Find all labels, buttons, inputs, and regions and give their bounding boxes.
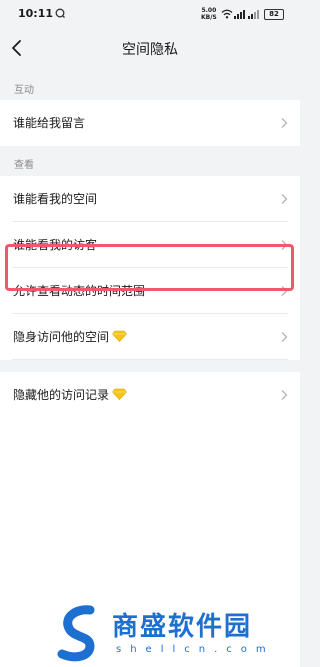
status-bar: 10:11 5.00 KB/S 82 (0, 0, 300, 28)
watermark-logo-icon (57, 605, 95, 662)
section-label-interaction: 互动 (14, 85, 34, 96)
setting-label-text: 隐身访问他的空间 (13, 330, 110, 344)
chevron-right-icon (281, 118, 288, 128)
page-title: 空间隐私 (122, 42, 178, 58)
chevron-right-icon (281, 286, 288, 296)
setting-label: 谁能给我留言 (13, 116, 86, 130)
setting-feed-time-range[interactable]: 允许查看动态的时间范围 (0, 268, 300, 314)
setting-invisible-visit[interactable]: 隐身访问他的空间 (0, 314, 300, 360)
section-label-view: 查看 (14, 160, 34, 171)
network-speed-unit: KB/S (201, 14, 217, 21)
setting-label: 隐藏他的访问记录 (13, 386, 127, 403)
setting-who-can-view-space[interactable]: 谁能看我的空间 (0, 176, 300, 222)
divider (12, 359, 288, 360)
signal-icon (234, 10, 245, 19)
setting-label: 谁能看我的访客 (13, 238, 98, 252)
diamond-icon (112, 388, 127, 400)
setting-label: 允许查看动态的时间范围 (13, 284, 146, 298)
setting-who-can-message[interactable]: 谁能给我留言 (0, 100, 300, 146)
chevron-right-icon (281, 240, 288, 250)
setting-label: 谁能看我的空间 (13, 192, 98, 206)
chevron-right-icon (281, 332, 288, 342)
network-speed-value: 5.00 (201, 7, 217, 14)
watermark-name: 商盛软件园 (112, 612, 253, 642)
battery-indicator: 82 (264, 9, 284, 20)
watermark: 商盛软件园 shellcn.com (52, 600, 300, 667)
status-time: 10:11 (18, 7, 54, 20)
nav-bar: 空间隐私 (0, 28, 300, 70)
setting-who-can-view-visitors[interactable]: 谁能看我的访客 (0, 222, 300, 268)
chevron-right-icon (281, 390, 288, 400)
wifi-icon (221, 9, 233, 19)
setting-label: 隐身访问他的空间 (13, 328, 127, 345)
chevron-right-icon (281, 194, 288, 204)
network-speed: 5.00 KB/S (201, 7, 217, 21)
notification-chat-icon (55, 8, 65, 18)
setting-hide-visit-record[interactable]: 隐藏他的访问记录 (0, 372, 300, 418)
setting-label-text: 隐藏他的访问记录 (13, 388, 110, 402)
signal-icon (248, 10, 259, 19)
watermark-url: shellcn.com (116, 644, 275, 655)
diamond-icon (112, 330, 127, 342)
